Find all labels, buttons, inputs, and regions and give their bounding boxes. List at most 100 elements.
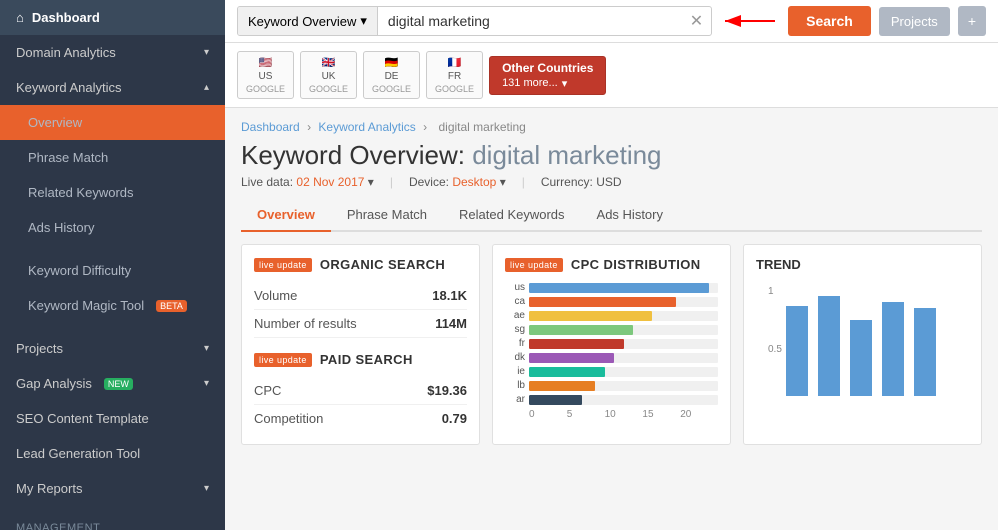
search-button[interactable]: Search bbox=[788, 6, 871, 36]
page-content: Dashboard › Keyword Analytics › digital … bbox=[225, 108, 998, 457]
beta-badge: BETA bbox=[156, 300, 187, 312]
search-group: Keyword Overview ▾ ✕ bbox=[237, 6, 712, 36]
management-section-label: MANAGEMENT bbox=[0, 514, 225, 530]
tab-ads-history[interactable]: Ads History bbox=[581, 199, 679, 232]
arrow-annotation bbox=[720, 9, 780, 33]
meta-sep-1: | bbox=[390, 175, 393, 189]
trend-title: TREND bbox=[756, 257, 969, 272]
other-countries-button[interactable]: Other Countries 131 more... ▾ bbox=[489, 56, 606, 95]
flag-de[interactable]: 🇩🇪 DE GOOGLE bbox=[363, 51, 420, 99]
paid-competition-row: Competition 0.79 bbox=[254, 405, 467, 432]
tabs: Overview Phrase Match Related Keywords A… bbox=[241, 199, 982, 232]
chevron-down-icon-5: ▾ bbox=[360, 13, 367, 29]
tab-phrase-match[interactable]: Phrase Match bbox=[331, 199, 443, 232]
organic-search-card: live update ORGANIC SEARCH Volume 18.1K … bbox=[241, 244, 480, 445]
sidebar-item-dashboard[interactable]: ⌂ Dashboard bbox=[0, 0, 225, 35]
sidebar-item-keyword-difficulty[interactable]: Keyword Difficulty bbox=[0, 253, 225, 288]
tab-related-keywords[interactable]: Related Keywords bbox=[443, 199, 581, 232]
bar-row: fr bbox=[505, 338, 718, 349]
fr-flag-icon: 🇫🇷 bbox=[448, 56, 462, 69]
flag-fr[interactable]: 🇫🇷 FR GOOGLE bbox=[426, 51, 483, 99]
topbar: Keyword Overview ▾ ✕ Search Projects + bbox=[225, 0, 998, 43]
organic-search-header: live update ORGANIC SEARCH bbox=[254, 257, 467, 272]
chevron-down-icon-2: ▾ bbox=[204, 343, 209, 354]
domain-analytics-label: Domain Analytics bbox=[16, 45, 116, 60]
chevron-down-icon-3: ▾ bbox=[204, 378, 209, 389]
cards-grid: live update ORGANIC SEARCH Volume 18.1K … bbox=[241, 244, 982, 445]
breadcrumb-dashboard[interactable]: Dashboard bbox=[241, 120, 300, 134]
sidebar-item-overview[interactable]: Overview bbox=[0, 105, 225, 140]
sidebar-item-seo-content-template[interactable]: SEO Content Template bbox=[0, 401, 225, 436]
device-link[interactable]: Desktop bbox=[452, 175, 496, 189]
bar-row: ca bbox=[505, 296, 718, 307]
flag-us[interactable]: 🇺🇸 US GOOGLE bbox=[237, 51, 294, 99]
live-badge-organic: live update bbox=[254, 258, 312, 272]
sidebar-item-gap-analysis[interactable]: Gap Analysis NEW ▾ bbox=[0, 366, 225, 401]
chevron-down-icon: ▾ bbox=[204, 47, 209, 58]
close-icon[interactable]: ✕ bbox=[682, 11, 711, 31]
new-badge: NEW bbox=[104, 378, 133, 390]
sidebar-item-related-keywords[interactable]: Related Keywords bbox=[0, 175, 225, 210]
sidebar: ⌂ Dashboard Domain Analytics ▾ Keyword A… bbox=[0, 0, 225, 530]
projects-button[interactable]: Projects bbox=[879, 7, 950, 36]
meta-sep-2: | bbox=[522, 175, 525, 189]
tab-overview[interactable]: Overview bbox=[241, 199, 331, 232]
bar-row: ae bbox=[505, 310, 718, 321]
trend-card: TREND 1 0.5 bbox=[743, 244, 982, 445]
sidebar-item-keyword-magic-tool[interactable]: Keyword Magic Tool BETA bbox=[0, 288, 225, 323]
flag-uk[interactable]: 🇬🇧 UK GOOGLE bbox=[300, 51, 357, 99]
flags-bar: 🇺🇸 US GOOGLE 🇬🇧 UK GOOGLE 🇩🇪 DE GOOGLE 🇫… bbox=[225, 43, 998, 108]
live-badge-paid: live update bbox=[254, 353, 312, 367]
keyword-analytics-label: Keyword Analytics bbox=[16, 80, 122, 95]
sidebar-item-my-reports[interactable]: My Reports ▾ bbox=[0, 471, 225, 506]
us-flag-icon: 🇺🇸 bbox=[259, 56, 273, 69]
bar-row: sg bbox=[505, 324, 718, 335]
chevron-down-icon-4: ▾ bbox=[204, 483, 209, 494]
bar-row: dk bbox=[505, 352, 718, 363]
chevron-icon-device: ▾ bbox=[500, 175, 506, 189]
de-flag-icon: 🇩🇪 bbox=[385, 56, 399, 69]
sidebar-item-lead-generation-tool[interactable]: Lead Generation Tool bbox=[0, 436, 225, 471]
chevron-icon-date: ▾ bbox=[368, 175, 374, 189]
live-badge-cpc: live update bbox=[505, 258, 563, 272]
uk-flag-icon: 🇬🇧 bbox=[322, 56, 336, 69]
chevron-up-icon: ▴ bbox=[204, 82, 209, 93]
page-title-keyword: digital marketing bbox=[472, 140, 661, 170]
organic-volume-row: Volume 18.1K bbox=[254, 282, 467, 310]
main-content: Keyword Overview ▾ ✕ Search Projects + 🇺… bbox=[225, 0, 998, 530]
cpc-distribution-card: live update CPC DISTRIBUTION us ca ae sg fr d… bbox=[492, 244, 731, 445]
breadcrumb-keyword-analytics[interactable]: Keyword Analytics bbox=[318, 120, 415, 134]
add-project-button[interactable]: + bbox=[958, 6, 986, 36]
bar-row: us bbox=[505, 282, 718, 293]
cpc-bar-chart: uscaaesgfrdkielbar bbox=[505, 282, 718, 405]
sidebar-item-projects[interactable]: Projects ▾ bbox=[0, 331, 225, 366]
live-data-date[interactable]: 02 Nov 2017 bbox=[296, 175, 364, 189]
search-input[interactable] bbox=[378, 7, 682, 35]
search-type-dropdown[interactable]: Keyword Overview ▾ bbox=[238, 7, 378, 35]
bar-row: lb bbox=[505, 380, 718, 391]
breadcrumb-current: digital marketing bbox=[438, 120, 525, 134]
paid-search-section: live update PAID SEARCH CPC $19.36 Compe… bbox=[254, 352, 467, 432]
organic-results-row: Number of results 114M bbox=[254, 310, 467, 338]
paid-search-header: live update PAID SEARCH bbox=[254, 352, 467, 367]
sidebar-item-phrase-match[interactable]: Phrase Match bbox=[0, 140, 225, 175]
chevron-down-icon-6: ▾ bbox=[562, 77, 568, 90]
page-meta: Live data: 02 Nov 2017 ▾ | Device: Deskt… bbox=[241, 175, 982, 189]
svg-text:1: 1 bbox=[768, 286, 774, 297]
sidebar-item-keyword-analytics[interactable]: Keyword Analytics ▴ bbox=[0, 70, 225, 105]
sidebar-item-ads-history[interactable]: Ads History bbox=[0, 210, 225, 245]
other-countries-count: 131 more... ▾ bbox=[502, 77, 567, 90]
cpc-header: live update CPC DISTRIBUTION bbox=[505, 257, 718, 272]
dashboard-icon: ⌂ bbox=[16, 10, 24, 25]
content-area: Dashboard › Keyword Analytics › digital … bbox=[225, 108, 998, 530]
breadcrumb-sep-1: › bbox=[307, 120, 314, 134]
paid-cpc-row: CPC $19.36 bbox=[254, 377, 467, 405]
other-countries-label: Other Countries bbox=[502, 61, 593, 75]
breadcrumb-sep-2: › bbox=[423, 120, 430, 134]
sidebar-item-domain-analytics[interactable]: Domain Analytics ▾ bbox=[0, 35, 225, 70]
bar-row: ar bbox=[505, 394, 718, 405]
svg-text:0.5: 0.5 bbox=[768, 344, 782, 355]
breadcrumb: Dashboard › Keyword Analytics › digital … bbox=[241, 120, 982, 134]
trend-chart: 1 0.5 bbox=[756, 280, 936, 410]
page-title: Keyword Overview: digital marketing bbox=[241, 140, 982, 171]
